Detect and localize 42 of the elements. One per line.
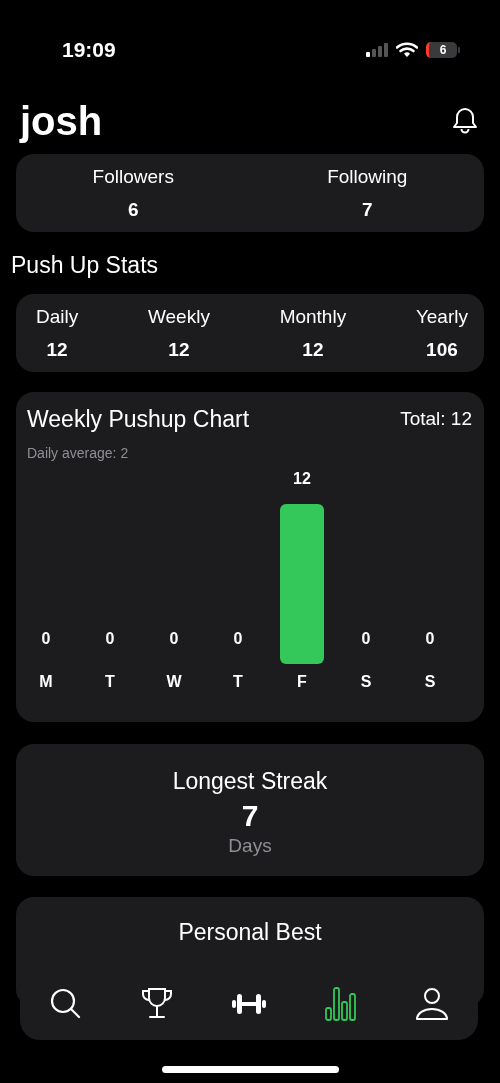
day-label: W <box>166 672 182 690</box>
bar-value: 0 <box>169 629 179 647</box>
section-title: Push Up Stats <box>10 251 160 280</box>
profile-name: josh <box>20 100 103 141</box>
bar-value: 0 <box>233 629 243 647</box>
personal-best-title: Personal Best <box>178 918 322 947</box>
day-label: S <box>360 672 372 690</box>
day-label: M <box>39 672 53 690</box>
day-label: T <box>105 672 115 690</box>
stat-label: Monthly <box>279 305 347 329</box>
stat-value: 7 <box>362 197 373 222</box>
stat-label: Weekly <box>147 305 210 329</box>
streak-value: 7 <box>241 798 259 832</box>
chart-total: Total: 12 <box>400 407 472 431</box>
streak-title: Longest Streak <box>172 767 328 796</box>
bar-value: 0 <box>425 629 435 647</box>
stat-label: Yearly <box>415 305 468 329</box>
daily-average: Daily average: 2 <box>27 443 130 463</box>
chart-title: Weekly Pushup Chart <box>27 405 249 434</box>
stat-label: Followers <box>92 165 174 189</box>
bar-value: 0 <box>361 629 371 647</box>
stat-value: 12 <box>168 337 190 362</box>
bar-chart-icon <box>322 986 359 1022</box>
stat-value: 106 <box>426 337 458 362</box>
streak-unit: Days <box>228 833 272 858</box>
stat-value: 12 <box>46 337 68 362</box>
bar-value: 12 <box>293 469 311 487</box>
day-label: S <box>424 672 436 690</box>
stat-value: 12 <box>302 337 324 362</box>
day-label: F <box>297 672 307 690</box>
bar-value: 0 <box>41 629 51 647</box>
battery-level: 6 <box>439 41 447 59</box>
status-time: 19:09 <box>62 36 116 63</box>
bar-value: 0 <box>105 629 115 647</box>
day-label: T <box>233 672 243 690</box>
bell-icon <box>453 107 477 133</box>
stat-value: 6 <box>127 197 139 222</box>
signal-icon <box>366 42 388 57</box>
stat-label: Daily <box>36 305 79 329</box>
wifi-icon <box>396 41 418 58</box>
person-icon <box>414 986 451 1022</box>
stat-label: Following <box>327 165 408 189</box>
